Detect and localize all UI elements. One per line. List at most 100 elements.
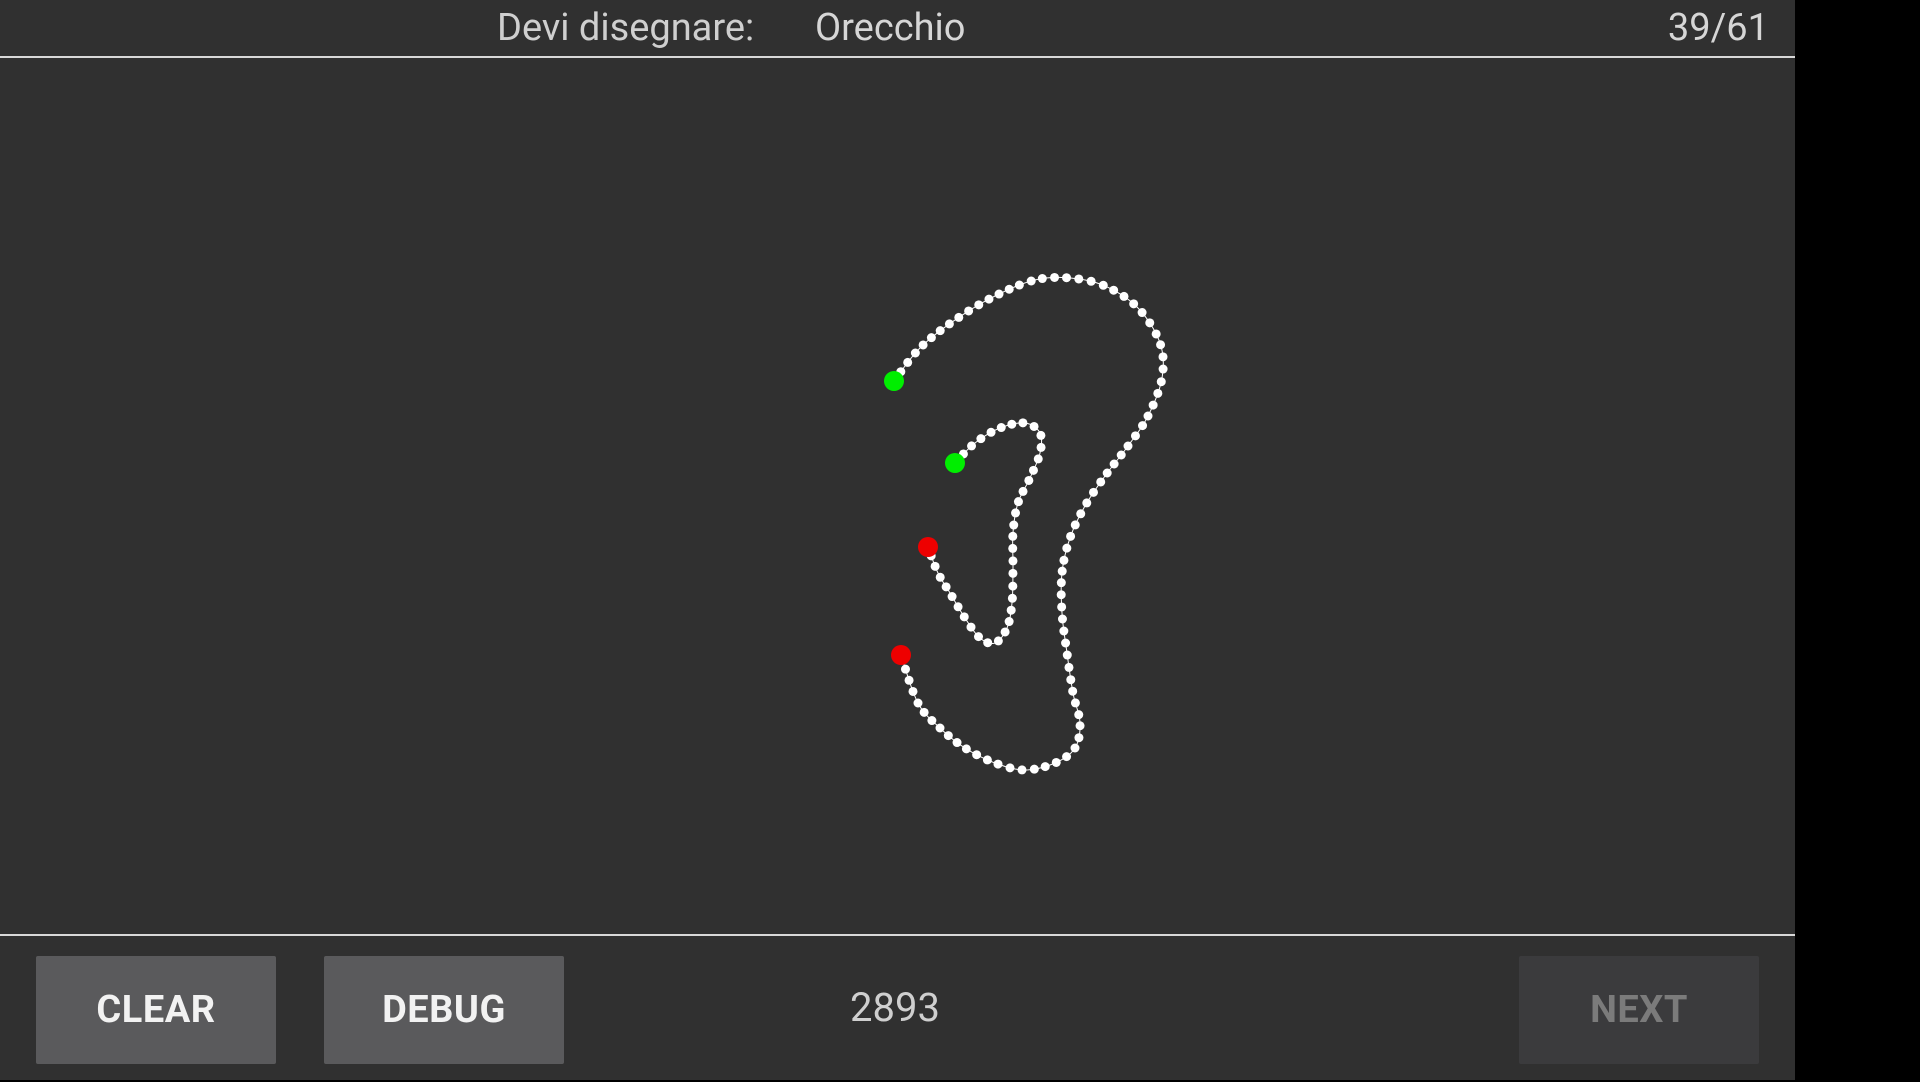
stroke-point	[984, 294, 994, 304]
stroke-point	[1006, 605, 1016, 615]
stroke-point	[976, 434, 986, 444]
stroke-point	[1037, 274, 1047, 284]
stroke-point	[1009, 520, 1019, 530]
stroke-point	[1076, 509, 1086, 519]
stroke-point	[1098, 280, 1108, 290]
next-button[interactable]: NEXT	[1519, 956, 1759, 1064]
stroke-point	[982, 755, 992, 765]
stroke-point	[996, 423, 1006, 433]
stroke-point	[1116, 450, 1126, 460]
stroke-point	[1062, 752, 1072, 762]
stroke-point	[900, 664, 910, 674]
stroke-point	[1056, 590, 1066, 600]
stroke-point	[943, 731, 953, 741]
stroke-point	[954, 312, 964, 322]
stroke-point	[1007, 593, 1017, 603]
stroke-point	[1008, 543, 1018, 553]
stroke-line	[927, 422, 1043, 645]
stroke-point	[1008, 531, 1018, 541]
stroke-point	[1004, 284, 1014, 294]
stroke-point	[974, 300, 984, 310]
prompt-label: Devi disegnare:	[497, 6, 755, 50]
stroke-point	[1158, 352, 1168, 362]
stroke-point	[1057, 602, 1067, 612]
stroke-point	[967, 441, 977, 451]
stroke-point	[1057, 566, 1067, 576]
stroke-point	[1008, 581, 1018, 591]
stroke-point	[1062, 543, 1072, 553]
stroke-point	[1156, 340, 1166, 350]
drawing-svg	[884, 272, 1168, 775]
stroke-point	[993, 636, 1003, 646]
stroke-point	[935, 572, 945, 582]
footer-bar: CLEAR DEBUG 2893 NEXT	[0, 934, 1795, 1082]
stroke-point	[964, 306, 974, 316]
stroke-point	[1061, 638, 1071, 648]
stroke-point	[1036, 430, 1046, 440]
stroke-point	[1029, 421, 1039, 431]
stroke-point	[1070, 520, 1080, 530]
stroke-point	[926, 333, 936, 343]
stroke-point	[919, 707, 929, 717]
stroke-point	[1062, 650, 1072, 660]
stroke-point	[944, 319, 954, 329]
clear-button[interactable]: CLEAR	[36, 956, 276, 1064]
stroke-point	[1057, 614, 1067, 624]
stroke-point	[1028, 465, 1038, 475]
prompt-word: Orecchio	[815, 6, 966, 50]
stroke-point	[1024, 475, 1034, 485]
header-bar: Devi disegnare: Orecchio 39/61	[0, 0, 1795, 58]
progress-counter: 39/61	[1667, 6, 1769, 50]
stroke-point	[1018, 418, 1028, 428]
stroke-line	[893, 276, 1164, 771]
stroke-point	[1119, 291, 1129, 301]
stroke-point	[1062, 273, 1072, 283]
stroke-point	[1109, 459, 1119, 469]
stroke-point	[1059, 555, 1069, 565]
stroke-point	[1070, 743, 1080, 753]
stroke-point	[1017, 765, 1027, 775]
stroke-point	[1070, 698, 1080, 708]
drawing-canvas[interactable]	[0, 58, 1795, 934]
stroke-point	[1156, 377, 1166, 387]
stroke-point	[1008, 556, 1018, 566]
stroke-point	[904, 675, 914, 685]
stroke-point	[972, 750, 982, 760]
stroke-point	[1074, 710, 1084, 720]
stroke-point	[1129, 299, 1139, 309]
stroke-point	[1075, 721, 1085, 731]
stroke-point	[1137, 308, 1147, 318]
stroke-point	[1148, 400, 1158, 410]
stroke-point	[952, 738, 962, 748]
stroke-point	[1109, 285, 1119, 295]
stroke-point	[941, 582, 951, 592]
stroke-point	[1059, 626, 1069, 636]
stroke-point	[1056, 578, 1066, 588]
stroke-point	[918, 340, 928, 350]
stroke-point	[1011, 508, 1021, 518]
debug-button[interactable]: DEBUG	[324, 956, 564, 1064]
stroke-point	[1082, 498, 1092, 508]
stroke-point	[930, 561, 940, 571]
stroke-point	[983, 638, 993, 648]
stroke-point	[1040, 762, 1050, 772]
stroke-point	[1050, 272, 1060, 282]
stroke-point	[1153, 388, 1163, 398]
stroke-point	[1066, 531, 1076, 541]
stroke-point	[1088, 487, 1098, 497]
stroke-point	[1086, 276, 1096, 286]
stroke-point	[1064, 662, 1074, 672]
stroke-point	[935, 326, 945, 336]
stroke-point	[1130, 431, 1140, 441]
stroke-point	[961, 744, 971, 754]
stroke-point	[994, 289, 1004, 299]
stroke-point	[953, 602, 963, 612]
stroke-point	[908, 686, 918, 696]
stroke-point	[1102, 468, 1112, 478]
stroke-point	[986, 427, 996, 437]
stroke-point	[935, 723, 945, 733]
stroke-point	[1018, 486, 1028, 496]
stroke-point	[1051, 757, 1061, 767]
stroke-point	[1158, 364, 1168, 374]
stroke-end-marker	[918, 537, 938, 557]
